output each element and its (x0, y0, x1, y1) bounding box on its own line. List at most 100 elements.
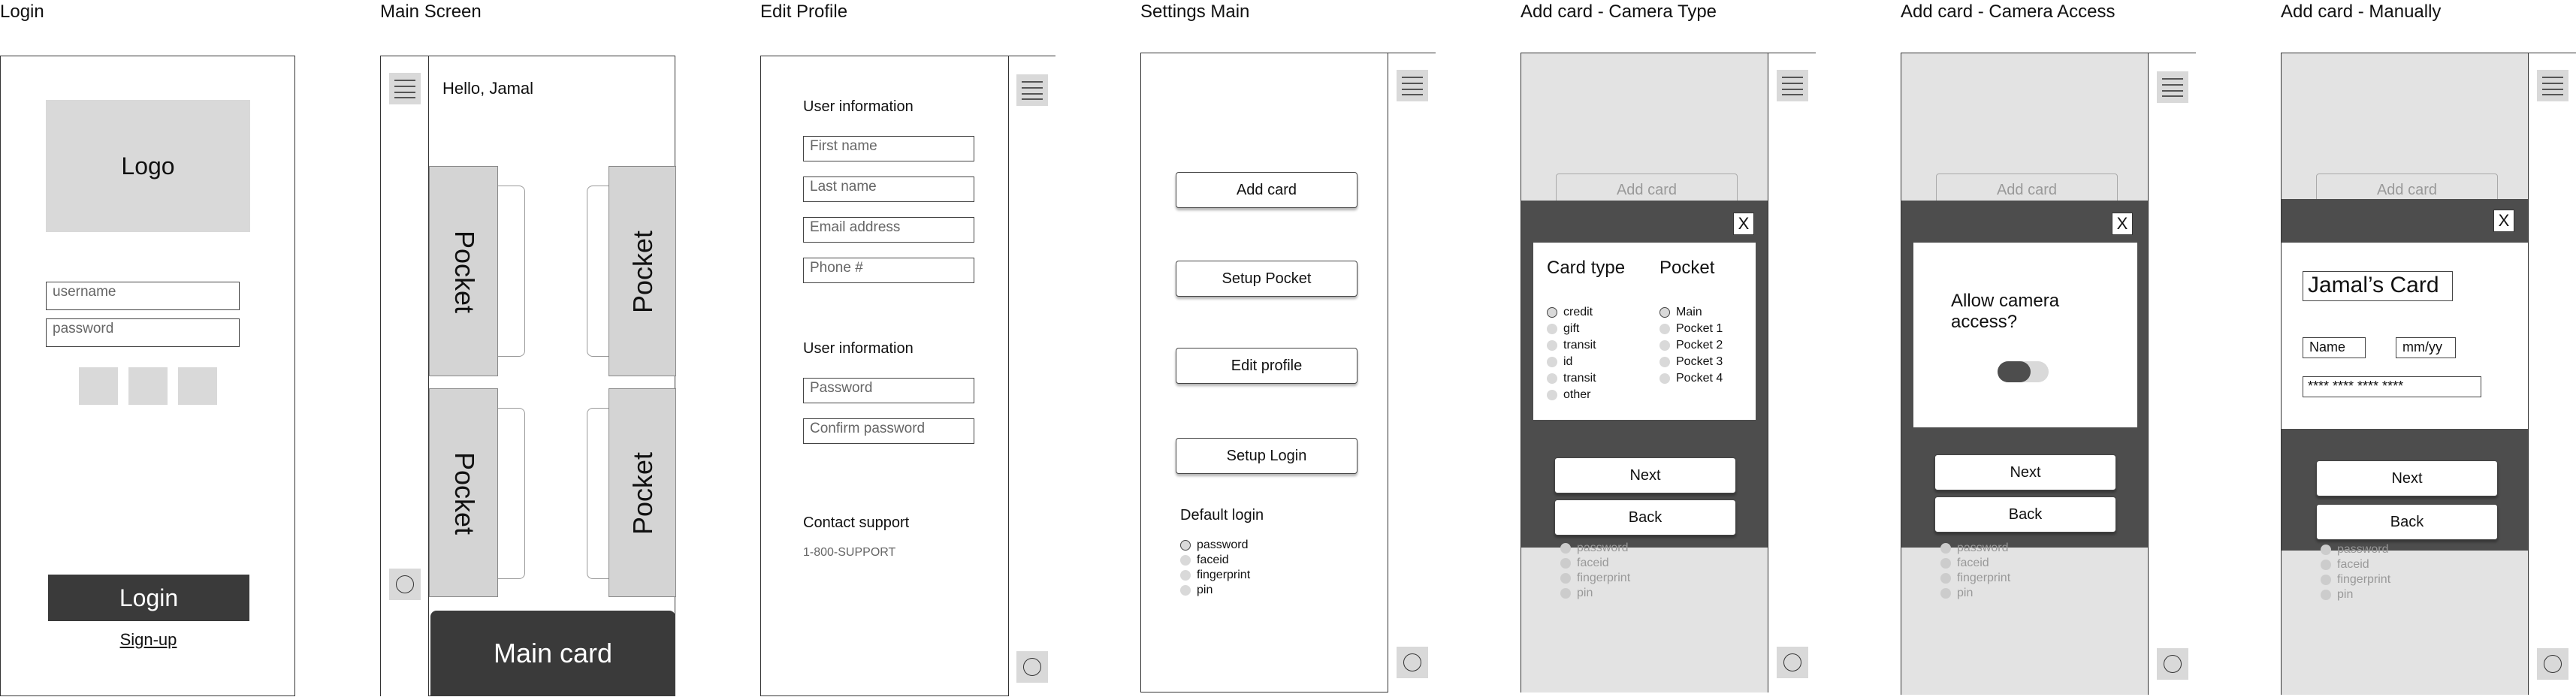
radio-label: faceid (1577, 557, 1609, 569)
home-icon[interactable] (2537, 648, 2568, 680)
main-screen: Hello, Jamal Pocket Pocket Pocket Pocket… (380, 56, 676, 696)
radio-label: id (1563, 355, 1573, 368)
pocket-card[interactable]: Pocket (429, 166, 498, 376)
home-icon[interactable] (2157, 648, 2188, 680)
edit-profile-button[interactable]: Edit profile (1176, 348, 1357, 384)
next-button[interactable]: Next (1554, 457, 1736, 493)
screen-title-manually: Add card - Manually (2281, 2, 2442, 22)
card-type-option[interactable]: id (1547, 355, 1572, 369)
social-login-button[interactable] (178, 367, 217, 405)
card-number-field[interactable]: **** **** **** **** (2303, 376, 2481, 397)
pocket-card[interactable]: Pocket (429, 388, 498, 597)
screen-title-camera-type: Add card - Camera Type (1521, 2, 1717, 22)
pocket-option[interactable]: Pocket 3 (1659, 355, 1723, 369)
radio-icon (1547, 324, 1557, 334)
main-card[interactable]: Main card (430, 611, 675, 696)
radio-icon (1560, 573, 1571, 584)
login-button-label: Login (119, 584, 179, 611)
toggle-knob (1998, 361, 2031, 382)
menu-icon[interactable] (389, 73, 421, 104)
pocket-label: Pocket (449, 451, 480, 536)
pocket-card[interactable]: Pocket (609, 388, 676, 597)
radio-selected-icon (1180, 540, 1191, 551)
menu-icon[interactable] (1016, 74, 1048, 106)
card-type-option[interactable]: credit (1547, 306, 1593, 319)
radio-label: fingerprint (2337, 573, 2391, 586)
password-input[interactable]: password (46, 318, 240, 347)
radio-option[interactable]: password (1180, 539, 1248, 552)
radio-label: pin (1197, 584, 1213, 596)
add-card-button[interactable]: Add card (1176, 172, 1357, 208)
camera-access-toggle[interactable] (1998, 361, 2049, 382)
radio-icon (2321, 575, 2331, 585)
pocket-tab (495, 408, 525, 579)
radio-label: Pocket 4 (1676, 372, 1723, 385)
password-input[interactable]: Password (803, 378, 974, 403)
expiry-field[interactable]: mm/yy (2396, 337, 2456, 358)
home-icon[interactable] (389, 569, 421, 600)
radio-label: fingerprint (1197, 569, 1251, 581)
back-button[interactable]: Back (1554, 499, 1736, 536)
radio-label: gift (1563, 322, 1580, 335)
menu-icon[interactable] (1397, 70, 1428, 101)
pocket-option[interactable]: Main (1659, 306, 1702, 319)
support-phone[interactable]: 1-800-SUPPORT (803, 546, 895, 560)
back-button[interactable]: Back (1934, 496, 2116, 533)
card-type-option[interactable]: transit (1547, 372, 1596, 385)
menu-icon[interactable] (1777, 70, 1808, 101)
login-button[interactable]: Login (48, 575, 249, 621)
name-field[interactable]: Name (2303, 337, 2366, 358)
close-icon[interactable]: X (2112, 213, 2133, 235)
pocket-label: Pocket (449, 230, 480, 314)
radio-label: credit (1563, 306, 1593, 318)
next-button[interactable]: Next (1934, 454, 2116, 490)
pocket-option[interactable]: Pocket 1 (1659, 322, 1723, 336)
confirm-password-input[interactable]: Confirm password (803, 418, 974, 444)
email-input[interactable]: Email address (803, 217, 974, 243)
radio-option[interactable]: pin (1180, 584, 1213, 597)
radio-icon (1940, 573, 1951, 584)
logo-placeholder: Logo (46, 100, 250, 232)
radio-icon (1659, 373, 1670, 384)
signup-link[interactable]: Sign-up (1, 630, 296, 650)
sidebar (2528, 53, 2576, 695)
radio-label: password (2337, 543, 2389, 556)
card-type-option[interactable]: transit (1547, 339, 1596, 352)
close-icon[interactable]: X (2493, 210, 2514, 232)
card-name-input[interactable]: Jamal’s Card (2303, 271, 2453, 301)
next-button[interactable]: Next (2316, 460, 2498, 496)
sidebar (1008, 56, 1055, 696)
pocket-option[interactable]: Pocket 2 (1659, 339, 1723, 352)
phone-input[interactable]: Phone # (803, 258, 974, 283)
home-icon[interactable] (1777, 647, 1808, 678)
username-input[interactable]: username (46, 282, 240, 310)
setup-pocket-button[interactable]: Setup Pocket (1176, 261, 1357, 297)
default-login-heading: Default login (1180, 507, 1264, 524)
last-name-input[interactable]: Last name (803, 177, 974, 202)
screen-title-main: Main Screen (380, 2, 482, 22)
radio-label: pin (1957, 587, 1974, 599)
radio-option[interactable]: faceid (1180, 554, 1229, 567)
radio-label: other (1563, 388, 1591, 401)
card-type-option[interactable]: other (1547, 388, 1590, 402)
screen-title-edit-profile: Edit Profile (760, 2, 848, 22)
social-login-button[interactable] (79, 367, 118, 405)
settings-screen: Add card Setup Pocket Edit profile Setup… (1140, 53, 1436, 692)
menu-icon[interactable] (2157, 71, 2188, 103)
home-icon[interactable] (1016, 651, 1048, 683)
back-button[interactable]: Back (2316, 504, 2498, 540)
pocket-label: Pocket (627, 230, 658, 314)
card-type-option[interactable]: gift (1547, 322, 1579, 336)
home-icon[interactable] (1397, 647, 1428, 678)
pocket-card[interactable]: Pocket (609, 166, 676, 376)
menu-icon[interactable] (2537, 70, 2568, 101)
first-name-input[interactable]: First name (803, 136, 974, 161)
close-icon[interactable]: X (1733, 213, 1754, 235)
pocket-option[interactable]: Pocket 4 (1659, 372, 1723, 385)
social-login-button[interactable] (128, 367, 168, 405)
radio-option[interactable]: fingerprint (1180, 569, 1250, 582)
setup-login-button[interactable]: Setup Login (1176, 438, 1357, 474)
background-option: fingerprint (1560, 572, 1630, 585)
radio-label: faceid (1957, 557, 1989, 569)
radio-label: Main (1676, 306, 1702, 318)
